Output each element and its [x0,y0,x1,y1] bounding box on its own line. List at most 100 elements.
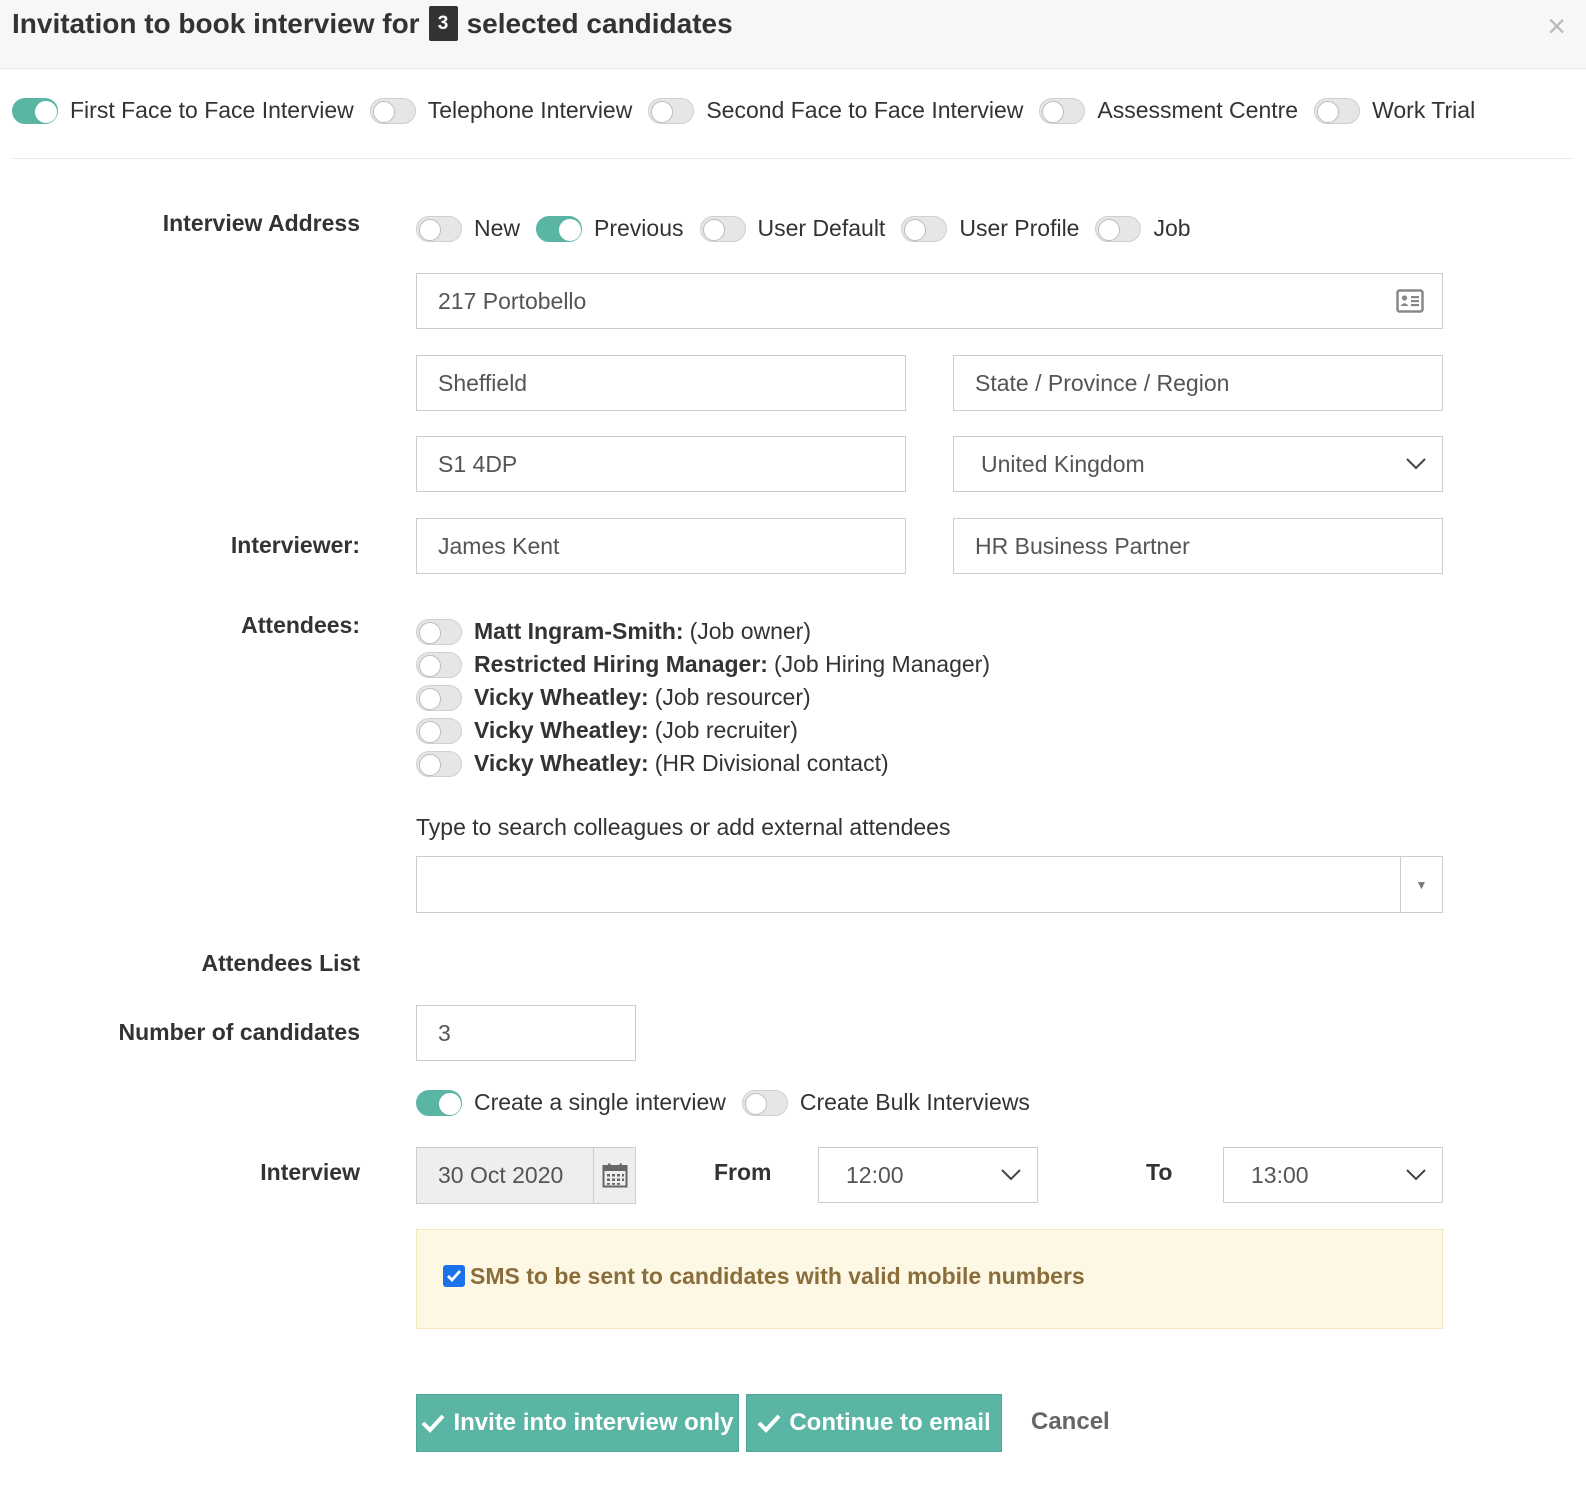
toggle-address-new[interactable] [416,215,462,242]
toggle-attendee[interactable] [416,684,462,711]
address-source-toggles: New Previous User Default User Profile J… [416,215,1207,242]
number-of-candidates-label: Number of candidates [118,1019,360,1045]
toggle-second-face-to-face[interactable] [648,97,695,124]
attendee-item: Restricted Hiring Manager: (Job Hiring M… [416,651,990,678]
attendee-name: Restricted Hiring Manager: [474,651,768,677]
checkmark-icon [422,1414,445,1433]
calendar-icon[interactable] [593,1148,635,1203]
attendee-name: Vicky Wheatley: [474,684,649,710]
interviewer-name-field[interactable]: James Kent [416,518,906,574]
checkmark-icon [757,1414,781,1433]
toggle-address-previous[interactable] [536,215,583,242]
divider [12,158,1574,159]
sms-notice: SMS to be sent to candidates with valid … [416,1229,1443,1329]
address-source-label: User Default [757,215,886,241]
address-source-label: User Profile [959,215,1080,241]
address-source-label: New [474,215,521,241]
interview-label: Interview [260,1159,360,1185]
postcode-field[interactable]: S1 4DP [416,436,906,492]
toggle-attendee[interactable] [416,717,462,744]
interview-mode-toggles: Create a single interview Create Bulk In… [416,1089,1046,1116]
attendee-name: Vicky Wheatley: [474,750,649,776]
toggle-attendee[interactable] [416,750,462,777]
close-icon[interactable]: × [1547,8,1566,45]
interview-type-label: Work Trial [1372,97,1476,123]
modal-title: Invitation to book interview for 3 selec… [12,6,733,41]
from-time-select[interactable]: 12:00 [818,1147,1038,1203]
cancel-button[interactable]: Cancel [1031,1408,1110,1436]
attendees-list-label: Attendees List [201,950,360,976]
postcode-value: S1 4DP [438,450,518,477]
attendee-search-input[interactable]: ▼ [416,856,1443,913]
toggle-work-trial[interactable] [1314,97,1361,124]
interview-type-label: Assessment Centre [1097,97,1299,123]
city-value: Sheffield [438,369,528,396]
address-source-label: Previous [594,215,684,241]
toggle-attendee[interactable] [416,618,462,645]
chevron-down-icon [1406,458,1426,470]
attendee-role: (Job recruiter) [654,717,798,743]
continue-to-email-button[interactable]: Continue to email [746,1394,1002,1452]
address-card-icon[interactable] [1396,289,1424,313]
toggle-address-job[interactable] [1095,215,1142,242]
selected-count-badge: 3 [428,6,458,41]
to-label: To [1146,1159,1173,1185]
mode-label: Create a single interview [474,1089,726,1115]
interviewer-title-field[interactable]: HR Business Partner [953,518,1443,574]
interview-type-label: Telephone Interview [427,97,633,123]
mode-label: Create Bulk Interviews [799,1089,1030,1115]
interview-type-toggles: First Face to Face Interview Telephone I… [12,97,1491,124]
title-suffix: selected candidates [466,7,733,39]
toggle-bulk-interviews[interactable] [741,1089,788,1116]
continue-button-label: Continue to email [789,1409,991,1436]
toggle-attendee[interactable] [416,651,462,678]
country-select[interactable]: United Kingdom [953,436,1443,492]
toggle-assessment-centre[interactable] [1039,97,1086,124]
attendee-role: (HR Divisional contact) [654,750,889,776]
attendee-name: Vicky Wheatley: [474,717,649,743]
number-of-candidates-field[interactable]: 3 [416,1005,636,1061]
attendee-role: (Job resourcer) [654,684,811,710]
attendee-item: Vicky Wheatley: (HR Divisional contact) [416,750,889,777]
attendee-item: Vicky Wheatley: (Job recruiter) [416,717,798,744]
country-value: United Kingdom [981,450,1145,477]
attendee-role: (Job Hiring Manager) [773,651,990,677]
chevron-down-icon [1406,1169,1426,1181]
region-placeholder: State / Province / Region [975,369,1230,396]
address-source-label: Job [1153,215,1191,241]
interview-address-label: Interview Address [162,210,360,236]
sms-checkbox[interactable] [443,1265,465,1287]
street-value: 217 Portobello [438,287,587,314]
toggle-address-user-profile[interactable] [901,215,948,242]
modal-header: Invitation to book interview for 3 selec… [0,0,1586,69]
interviewer-title-value: HR Business Partner [975,532,1190,559]
region-field[interactable]: State / Province / Region [953,355,1443,411]
toggle-single-interview[interactable] [416,1089,462,1116]
interviewer-name-value: James Kent [438,532,560,559]
attendee-role: (Job owner) [689,618,811,644]
interview-date-value: 30 Oct 2020 [438,1162,564,1188]
toggle-telephone-interview[interactable] [369,97,416,124]
attendee-name: Matt Ingram-Smith: [474,618,684,644]
attendees-label: Attendees: [241,612,360,638]
invite-into-interview-button[interactable]: Invite into interview only [416,1394,739,1452]
chevron-down-icon [1001,1169,1021,1181]
street-field[interactable]: 217 Portobello [416,273,1443,329]
from-time-value: 12:00 [846,1161,904,1188]
toggle-address-user-default[interactable] [699,215,746,242]
checkmark-icon [447,1270,462,1283]
caret-down-icon[interactable]: ▼ [1400,857,1442,912]
to-time-select[interactable]: 13:00 [1223,1147,1443,1203]
toggle-first-face-to-face[interactable] [12,97,58,124]
attendee-item: Vicky Wheatley: (Job resourcer) [416,684,811,711]
interview-date-field[interactable]: 30 Oct 2020 [416,1147,636,1204]
interviewer-label: Interviewer: [230,532,360,558]
title-prefix: Invitation to book interview for [12,7,420,39]
city-field[interactable]: Sheffield [416,355,906,411]
invite-button-label: Invite into interview only [453,1409,734,1436]
sms-notice-text: SMS to be sent to candidates with valid … [470,1263,1085,1289]
attendee-item: Matt Ingram-Smith: (Job owner) [416,618,811,645]
interview-type-label: First Face to Face Interview [70,97,354,123]
attendee-search-label: Type to search colleagues or add externa… [416,814,951,840]
from-label: From [714,1159,772,1185]
